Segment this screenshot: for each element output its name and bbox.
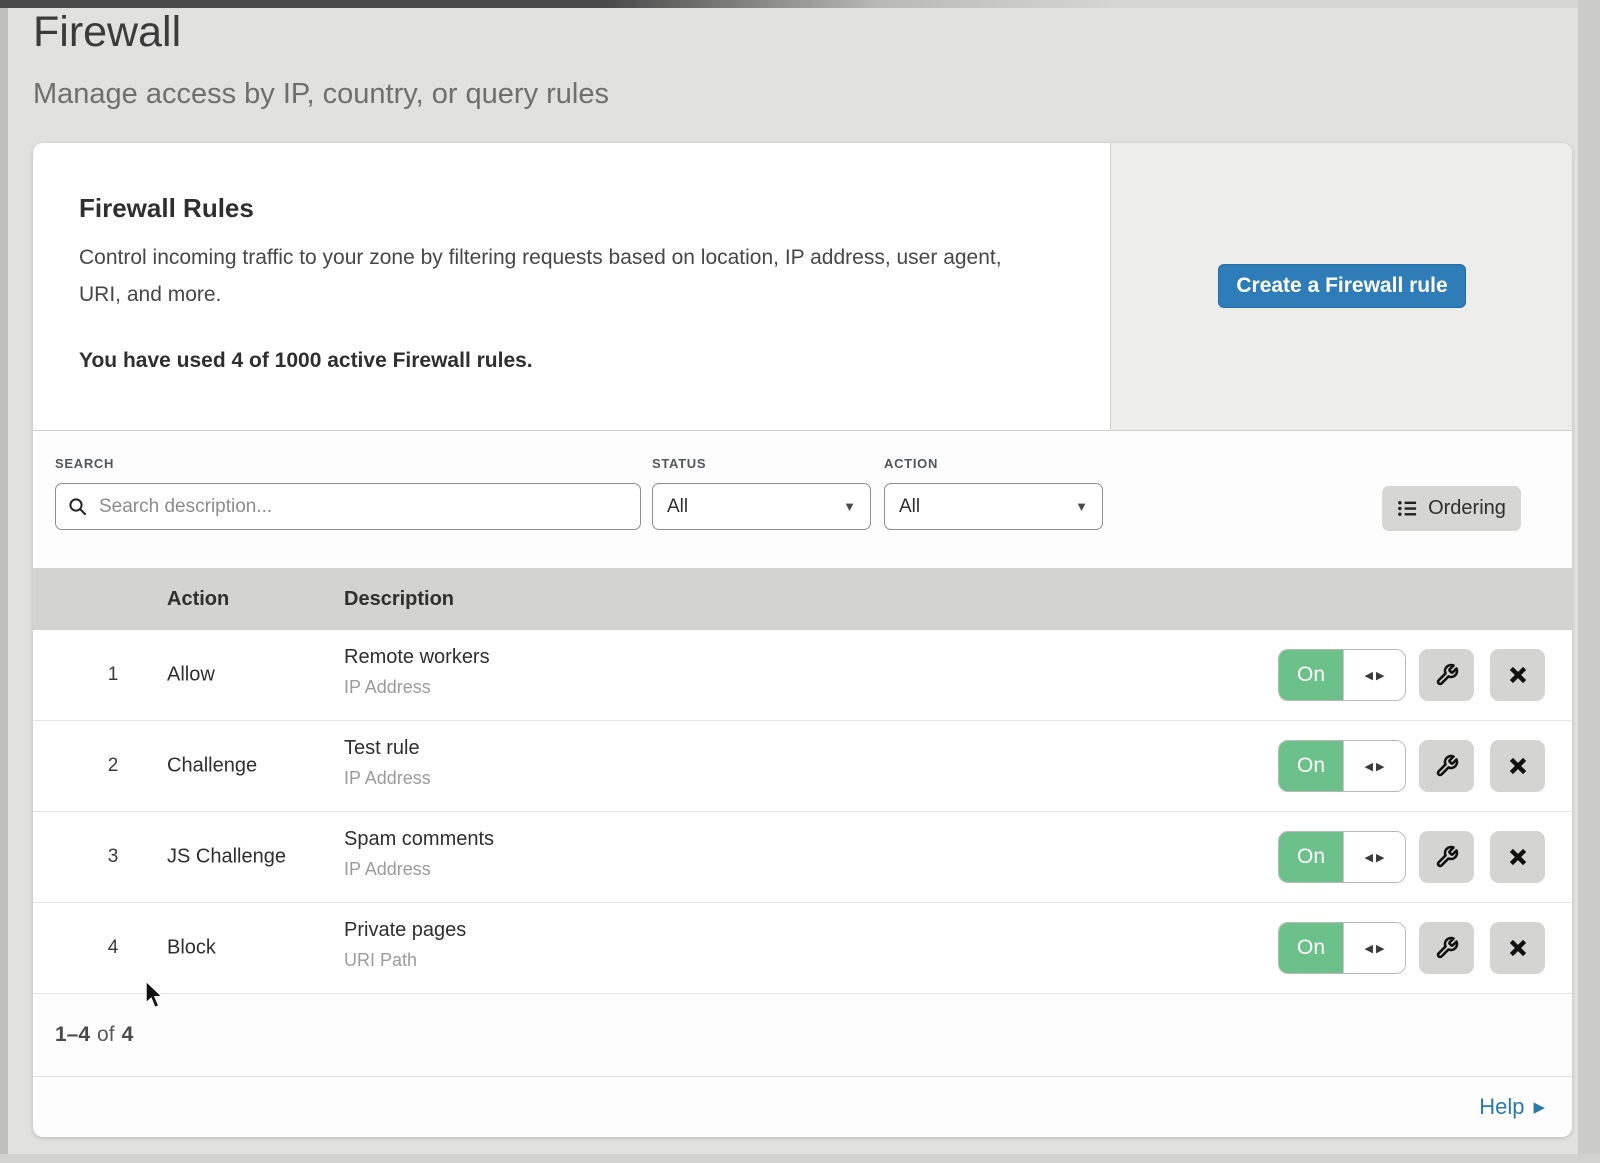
create-firewall-rule-button[interactable]: Create a Firewall rule [1218,264,1466,308]
rule-action: Challenge [167,755,257,778]
window-right-edge [1578,0,1600,1163]
rule-priority: 1 [93,664,133,686]
window-left-edge [0,8,8,1163]
table-header: Action Description [33,568,1572,630]
toggle-on-segment[interactable]: On [1279,741,1343,791]
triangle-right-icon: ▶ [1533,1098,1545,1116]
search-input[interactable] [97,495,628,519]
triangle-left-icon: ◀ [1365,851,1373,864]
help-link-label: Help [1479,1094,1524,1120]
close-icon [1507,755,1529,777]
close-icon [1507,846,1529,868]
search-icon [68,497,87,516]
rule-priority: 3 [93,846,133,868]
wrench-icon [1435,936,1459,960]
ordering-button-label: Ordering [1428,497,1506,520]
firewall-rules-card: Create a Firewall rule Firewall Rules Co… [33,143,1572,1137]
edit-rule-button[interactable] [1419,649,1474,701]
triangle-left-icon: ◀ [1365,942,1373,955]
overview-usage-text: You have used 4 of 1000 active Firewall … [79,349,533,373]
overview-section: Create a Firewall rule Firewall Rules Co… [33,143,1572,430]
rules-list: 1 Allow Remote workers IP Address On ◀ ▶ [33,630,1572,994]
column-header-description: Description [344,568,454,630]
chevron-down-icon: ▼ [1075,499,1088,514]
rule-description: Spam comments [344,828,494,851]
search-label: SEARCH [55,456,114,471]
rule-priority: 4 [93,937,133,959]
action-select-value: All [899,496,1075,518]
chevron-down-icon: ▼ [843,499,856,514]
triangle-left-icon: ◀ [1365,760,1373,773]
column-header-action: Action [167,568,229,630]
page-title: Firewall [33,8,181,57]
rule-match-type: URI Path [344,950,466,971]
triangle-left-icon: ◀ [1365,669,1373,682]
edit-rule-button[interactable] [1419,831,1474,883]
search-box [55,483,641,530]
wrench-icon [1435,663,1459,687]
rule-status-toggle: On ◀ ▶ [1278,740,1406,792]
table-row: 4 Block Private pages URI Path On ◀ ▶ [33,903,1572,994]
wrench-icon [1435,754,1459,778]
action-label: ACTION [884,456,938,471]
rule-action: Allow [167,664,215,687]
wrench-icon [1435,845,1459,869]
pagination-range: 1–4 [55,1023,90,1047]
edit-rule-button[interactable] [1419,922,1474,974]
filter-bar: SEARCH STATUS All ▼ ACTION All ▼ [33,430,1572,569]
toggle-on-segment[interactable]: On [1279,832,1343,882]
table-row: 1 Allow Remote workers IP Address On ◀ ▶ [33,630,1572,721]
overview-heading: Firewall Rules [79,193,254,224]
triangle-right-icon: ▶ [1376,942,1384,955]
window-top-edge [0,0,1600,8]
firewall-page: Firewall Manage access by IP, country, o… [0,0,1600,1163]
rule-description: Remote workers [344,646,490,669]
delete-rule-button[interactable] [1490,922,1545,974]
rule-description: Private pages [344,919,466,942]
table-row: 3 JS Challenge Spam comments IP Address … [33,812,1572,903]
help-link[interactable]: Help ▶ [1479,1094,1545,1120]
edit-rule-button[interactable] [1419,740,1474,792]
toggle-on-segment[interactable]: On [1279,650,1343,700]
pagination: 1–4 of 4 [33,994,1572,1076]
close-icon [1507,937,1529,959]
delete-rule-button[interactable] [1490,740,1545,792]
toggle-switch-segment[interactable]: ◀ ▶ [1343,832,1405,882]
toggle-switch-segment[interactable]: ◀ ▶ [1343,650,1405,700]
delete-rule-button[interactable] [1490,649,1545,701]
toggle-switch-segment[interactable]: ◀ ▶ [1343,741,1405,791]
status-label: STATUS [652,456,706,471]
pagination-total: 4 [122,1023,134,1047]
action-select[interactable]: All ▼ [884,483,1103,530]
window-bottom-edge [0,1154,1600,1163]
rule-match-type: IP Address [344,768,431,789]
status-select[interactable]: All ▼ [652,483,871,530]
status-select-value: All [667,496,843,518]
rule-action: Block [167,937,216,960]
rule-status-toggle: On ◀ ▶ [1278,649,1406,701]
triangle-right-icon: ▶ [1376,851,1384,864]
cta-panel: Create a Firewall rule [1110,143,1572,430]
overview-description: Control incoming traffic to your zone by… [79,239,1044,313]
rule-description: Test rule [344,737,431,760]
close-icon [1507,664,1529,686]
rule-status-toggle: On ◀ ▶ [1278,922,1406,974]
page-subtitle: Manage access by IP, country, or query r… [33,78,609,111]
delete-rule-button[interactable] [1490,831,1545,883]
rule-priority: 2 [93,755,133,777]
rule-action: JS Challenge [167,846,286,869]
ordering-button[interactable]: Ordering [1382,486,1521,531]
rule-status-toggle: On ◀ ▶ [1278,831,1406,883]
table-row: 2 Challenge Test rule IP Address On ◀ ▶ [33,721,1572,812]
toggle-on-segment[interactable]: On [1279,923,1343,973]
card-footer: Help ▶ [33,1076,1572,1137]
triangle-right-icon: ▶ [1376,669,1384,682]
pagination-of: of [97,1023,115,1047]
ordering-list-icon [1397,498,1418,519]
rule-match-type: IP Address [344,677,490,698]
rule-match-type: IP Address [344,859,494,880]
toggle-switch-segment[interactable]: ◀ ▶ [1343,923,1405,973]
triangle-right-icon: ▶ [1376,760,1384,773]
